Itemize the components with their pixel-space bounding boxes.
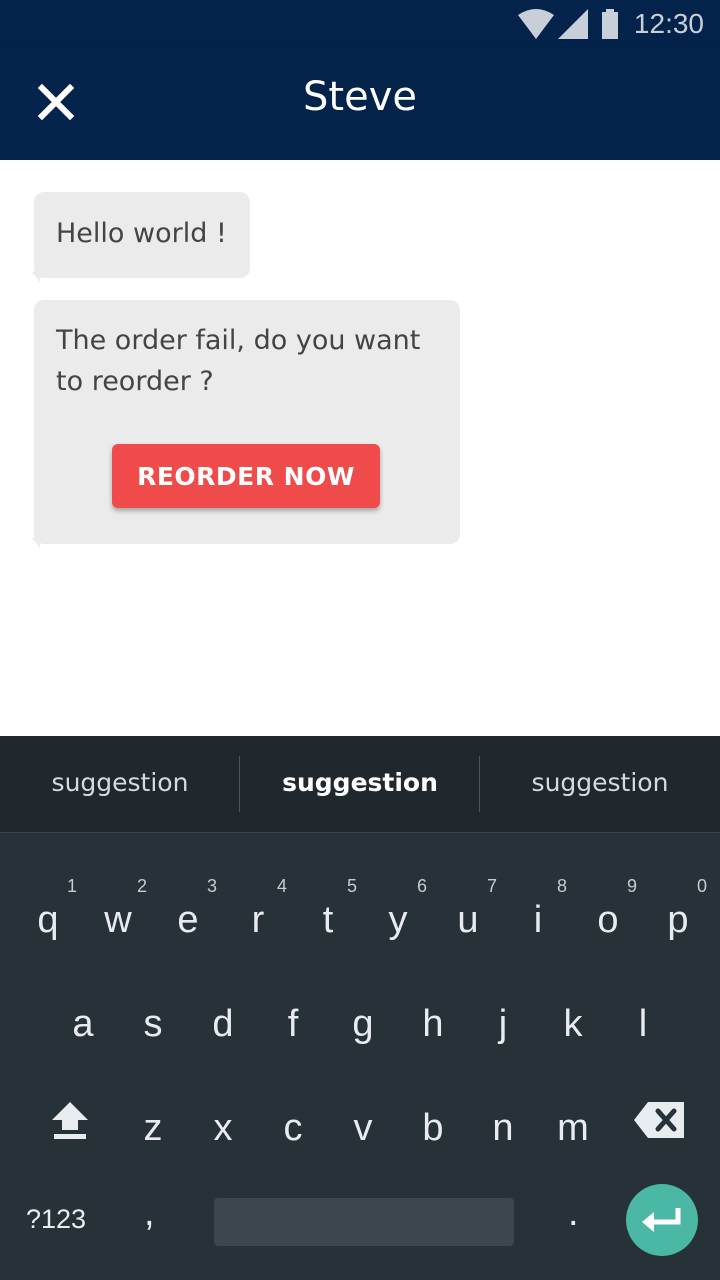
key-label: i xyxy=(533,899,543,941)
key-m[interactable]: m xyxy=(538,1080,608,1170)
backspace-key[interactable] xyxy=(634,1100,686,1140)
key-e[interactable]: 3e xyxy=(153,872,223,962)
key-hint: 3 xyxy=(206,876,217,896)
key-label: b xyxy=(422,1107,444,1149)
key-t[interactable]: 5t xyxy=(293,872,363,962)
status-time: 12:30 xyxy=(633,8,704,39)
bubble-tail xyxy=(32,538,40,548)
key-b[interactable]: b xyxy=(398,1080,468,1170)
key-y[interactable]: 6y xyxy=(363,872,433,962)
key-c[interactable]: c xyxy=(258,1080,328,1170)
key-label: t xyxy=(322,899,334,941)
message-text: The order fail, do you want to reorder ? xyxy=(56,325,421,397)
key-label: y xyxy=(388,899,408,941)
key-v[interactable]: v xyxy=(328,1080,398,1170)
key-hint: 1 xyxy=(66,876,77,896)
key-l[interactable]: l xyxy=(608,976,678,1066)
key-n[interactable]: n xyxy=(468,1080,538,1170)
enter-key[interactable] xyxy=(626,1184,698,1256)
message-bubble: The order fail, do you want to reorder ?… xyxy=(32,300,460,548)
message-text: Hello world ! xyxy=(56,218,227,249)
key-h[interactable]: h xyxy=(398,976,468,1066)
page-title: Steve xyxy=(303,74,417,120)
message-bubble: Hello world ! xyxy=(32,192,250,282)
app-bar: Steve xyxy=(0,48,720,160)
status-icons: 12:30 xyxy=(517,8,704,40)
key-label: x xyxy=(213,1107,233,1149)
soft-keyboard: suggestion suggestion suggestion 1q 2w 3… xyxy=(0,736,720,1280)
key-label: f xyxy=(287,1003,299,1045)
key-label: o xyxy=(597,899,619,941)
key-hint: 6 xyxy=(416,876,427,896)
key-hint: 0 xyxy=(696,876,707,896)
key-label: u xyxy=(457,899,479,941)
key-label: p xyxy=(667,899,689,941)
key-label: g xyxy=(352,1003,374,1045)
chat-area: Hello world ! The order fail, do you wan… xyxy=(0,160,720,736)
key-label: r xyxy=(251,899,265,941)
key-label: s xyxy=(143,1003,163,1045)
key-q[interactable]: 1q xyxy=(13,872,83,962)
cellular-signal-icon xyxy=(557,9,588,39)
key-label: w xyxy=(104,899,132,941)
key-label: z xyxy=(143,1107,163,1149)
key-label: c xyxy=(283,1107,303,1149)
key-u[interactable]: 7u xyxy=(433,872,503,962)
key-label: n xyxy=(492,1107,514,1149)
bubble-tail xyxy=(32,272,40,282)
key-d[interactable]: d xyxy=(188,976,258,1066)
key-label: h xyxy=(422,1003,444,1045)
symbols-key[interactable]: ?123 xyxy=(26,1204,86,1235)
key-hint: 9 xyxy=(626,876,637,896)
backspace-icon xyxy=(634,1102,684,1138)
wifi-icon xyxy=(517,9,554,39)
key-p[interactable]: 0p xyxy=(643,872,713,962)
reorder-now-button[interactable]: REORDER NOW xyxy=(112,444,380,508)
period-key[interactable]: . xyxy=(568,1192,579,1235)
key-o[interactable]: 9o xyxy=(573,872,643,962)
key-hint: 5 xyxy=(346,876,357,896)
suggestion-item[interactable]: suggestion xyxy=(240,736,480,832)
key-hint: 7 xyxy=(486,876,497,896)
comma-key[interactable]: , xyxy=(144,1192,155,1235)
key-label: e xyxy=(177,899,199,941)
key-w[interactable]: 2w xyxy=(83,872,153,962)
key-f[interactable]: f xyxy=(258,976,328,1066)
key-hint: 4 xyxy=(276,876,287,896)
key-a[interactable]: a xyxy=(48,976,118,1066)
shift-key[interactable] xyxy=(48,1098,92,1142)
shift-icon xyxy=(52,1102,88,1139)
key-s[interactable]: s xyxy=(118,976,188,1066)
space-bar[interactable] xyxy=(214,1198,514,1246)
key-label: a xyxy=(72,1003,94,1045)
key-label: m xyxy=(557,1107,589,1149)
key-hint: 2 xyxy=(136,876,147,896)
enter-icon xyxy=(642,1208,681,1232)
key-label: l xyxy=(638,1003,648,1045)
key-r[interactable]: 4r xyxy=(223,872,293,962)
suggestion-item[interactable]: suggestion xyxy=(0,736,240,832)
key-g[interactable]: g xyxy=(328,976,398,1066)
status-bar: 12:30 xyxy=(0,0,720,48)
key-j[interactable]: j xyxy=(468,976,538,1066)
key-label: j xyxy=(498,1003,508,1045)
suggestion-item[interactable]: suggestion xyxy=(480,736,720,832)
key-i[interactable]: 8i xyxy=(503,872,573,962)
key-label: d xyxy=(212,1003,234,1045)
suggestion-strip: suggestion suggestion suggestion xyxy=(0,736,720,833)
key-k[interactable]: k xyxy=(538,976,608,1066)
key-x[interactable]: x xyxy=(188,1080,258,1170)
key-z[interactable]: z xyxy=(118,1080,188,1170)
key-label: q xyxy=(37,899,59,941)
key-label: k xyxy=(563,1003,583,1045)
key-label: v xyxy=(353,1107,373,1149)
battery-icon xyxy=(601,9,618,39)
key-hint: 8 xyxy=(556,876,567,896)
